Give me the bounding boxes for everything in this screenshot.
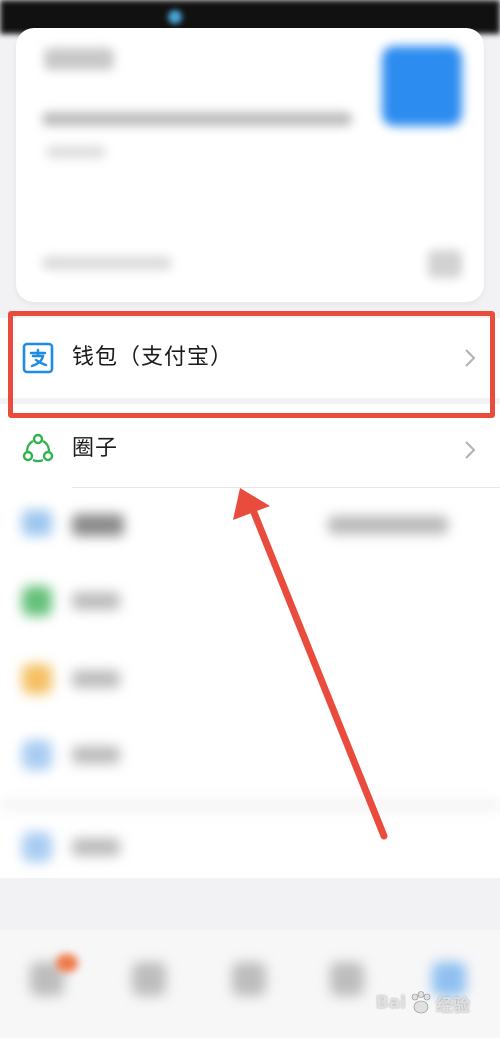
circle-group-icon xyxy=(22,433,54,463)
list-item-icon xyxy=(22,832,52,862)
list-item-icon xyxy=(22,740,52,770)
tab-video-icon[interactable] xyxy=(330,962,364,996)
status-indicator-icon xyxy=(168,10,182,24)
list-item-blurred[interactable] xyxy=(72,592,120,610)
unread-badge xyxy=(56,954,78,972)
tag-icon xyxy=(22,510,52,536)
card-footer-blurred xyxy=(42,256,172,270)
list-item-blurred[interactable] xyxy=(72,670,120,688)
chevron-right-icon xyxy=(465,441,476,459)
baidu-watermark: Bai 经验 xyxy=(376,988,470,1018)
blurred-menu-list xyxy=(0,488,500,878)
tab-discover-icon[interactable] xyxy=(232,962,266,996)
list-item-blurred[interactable] xyxy=(72,838,120,856)
tab-contacts-icon[interactable] xyxy=(132,962,166,996)
watermark-suffix: 经验 xyxy=(436,995,470,1016)
profile-card[interactable] xyxy=(16,28,484,302)
card-badge xyxy=(44,48,114,70)
list-item-icon xyxy=(22,664,52,694)
paw-icon xyxy=(411,991,431,1014)
watermark-brand: Bai xyxy=(375,993,406,1013)
card-title-blurred xyxy=(42,112,352,126)
section-gap xyxy=(0,800,500,810)
card-subtitle-blurred xyxy=(46,146,106,158)
card-action-button[interactable] xyxy=(382,46,462,126)
circle-label: 圈子 xyxy=(72,436,119,461)
highlight-box xyxy=(8,311,495,418)
list-item-blurred[interactable] xyxy=(72,514,124,536)
list-item-detail-blurred xyxy=(328,516,448,534)
list-item-blurred[interactable] xyxy=(72,746,120,764)
list-item-icon xyxy=(22,586,52,616)
bottom-tab-bar xyxy=(0,930,500,1038)
card-corner-icon[interactable] xyxy=(428,250,462,278)
